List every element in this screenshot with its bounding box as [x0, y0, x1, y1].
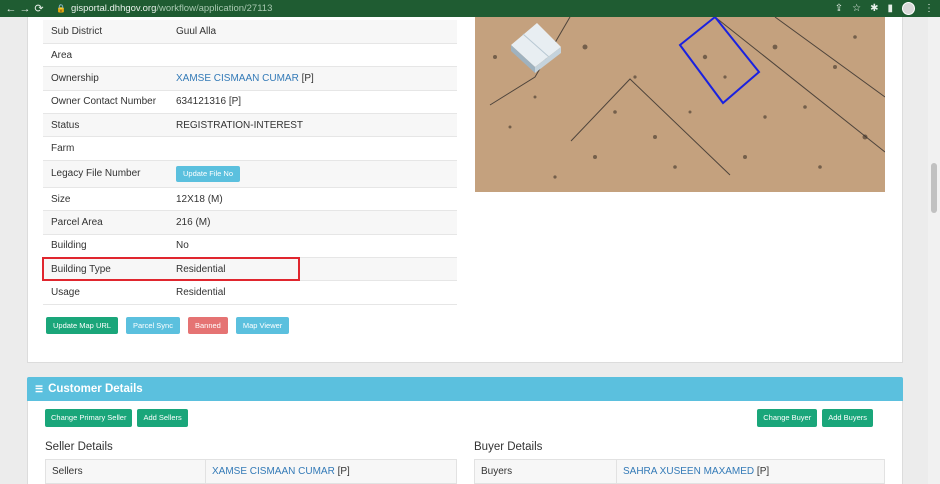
map-viewer-button[interactable]: Map Viewer	[235, 317, 290, 334]
seller-actions: Change Primary Seller Add Sellers	[45, 409, 188, 427]
back-arrow-icon[interactable]: ←	[4, 3, 18, 15]
owner-link[interactable]: XAMSE CISMAAN CUMAR	[176, 73, 299, 84]
address-bar[interactable]: gisportal.dhhgov.org/workflow/applicatio…	[71, 3, 272, 14]
table-row: Building Type Residential	[43, 257, 457, 282]
table-row: Size 12X18 (M)	[43, 187, 457, 212]
row-value	[168, 136, 457, 161]
table-row: Legacy File Number Update File No	[43, 160, 457, 188]
update-file-no-button[interactable]: Update File No	[176, 165, 241, 182]
browser-toolbar: ← → ⟳ 🔒 gisportal.dhhgov.org/workflow/ap…	[0, 0, 940, 17]
row-value: Residential	[168, 280, 457, 305]
buyer-details-title: Buyer Details	[474, 441, 543, 453]
url-host: gisportal.dhhgov.org	[70, 3, 157, 14]
row-value	[168, 43, 457, 68]
buyers-table: Buyers SAHRA XUSEEN MAXAMED [P]	[474, 459, 885, 484]
seller-link[interactable]: XAMSE CISMAAN CUMAR	[212, 466, 335, 477]
row-label: Sub District	[43, 20, 168, 44]
table-row: Owner Contact Number 634121316 [P]	[43, 90, 457, 115]
seller-details-title: Seller Details	[45, 441, 113, 453]
sidebar-icon[interactable]: ▮	[887, 3, 893, 14]
table-row: Building No	[43, 234, 457, 259]
extensions-icon[interactable]: ✱	[870, 3, 878, 14]
row-label: Owner Contact Number	[43, 90, 168, 115]
row-value: No	[168, 234, 457, 259]
parcel-sync-button[interactable]: Parcel Sync	[125, 317, 180, 334]
row-label: Farm	[43, 136, 168, 161]
seller-cell: XAMSE CISMAAN CUMAR [P]	[205, 459, 457, 484]
update-map-url-button[interactable]: Update Map URL	[46, 317, 118, 334]
profile-avatar[interactable]	[902, 2, 915, 15]
owner-suffix: [P]	[298, 72, 314, 84]
row-label: Parcel Area	[43, 210, 168, 235]
row-label: Usage	[43, 280, 168, 305]
forward-arrow-icon[interactable]: →	[18, 3, 32, 15]
reload-icon[interactable]: ⟳	[32, 2, 46, 15]
buyer-link[interactable]: SAHRA XUSEEN MAXAMED	[623, 466, 754, 477]
row-label: Area	[43, 43, 168, 68]
row-value: Residential	[168, 257, 457, 282]
row-label: Legacy File Number	[43, 160, 168, 188]
change-buyer-button[interactable]: Change Buyer	[757, 409, 818, 427]
sellers-table: Sellers XAMSE CISMAAN CUMAR [P]	[45, 459, 457, 484]
add-sellers-button[interactable]: Add Sellers	[137, 409, 188, 427]
parcel-map[interactable]	[475, 17, 885, 192]
satellite-image	[475, 17, 885, 192]
banned-button[interactable]: Banned	[187, 317, 228, 334]
row-label: Building	[43, 234, 168, 259]
row-label: Building Type	[43, 257, 168, 282]
row-value: 634121316 [P]	[168, 90, 457, 115]
add-buyers-button[interactable]: Add Buyers	[822, 409, 873, 427]
list-icon: ☰	[35, 383, 44, 394]
table-row: Ownership XAMSE CISMAAN CUMAR [P]	[43, 66, 457, 91]
row-label: Size	[43, 187, 168, 212]
change-primary-seller-button[interactable]: Change Primary Seller	[45, 409, 133, 427]
buyer-cell: SAHRA XUSEEN MAXAMED [P]	[616, 459, 885, 484]
row-value: 216 (M)	[168, 210, 457, 235]
buyer-actions: Change Buyer Add Buyers	[757, 409, 873, 427]
page-content: Sub District Guul Alla Area Ownership XA…	[0, 17, 928, 484]
star-icon[interactable]: ☆	[852, 3, 861, 14]
buyers-label: Buyers	[474, 459, 617, 484]
buyer-suffix: [P]	[754, 466, 770, 477]
table-row: Buyers SAHRA XUSEEN MAXAMED [P]	[474, 459, 885, 484]
row-value: XAMSE CISMAAN CUMAR [P]	[168, 66, 457, 91]
table-row: Parcel Area 216 (M)	[43, 210, 457, 235]
table-row: Sub District Guul Alla	[43, 20, 457, 44]
table-row: Usage Residential	[43, 280, 457, 305]
share-icon[interactable]: ⇪	[835, 3, 843, 14]
table-row: Status REGISTRATION-INTEREST	[43, 113, 457, 138]
seller-suffix: [P]	[334, 466, 350, 477]
customer-details-title: Customer Details	[48, 383, 143, 395]
scrollbar-thumb[interactable]	[931, 163, 937, 213]
table-row: Sellers XAMSE CISMAAN CUMAR [P]	[45, 459, 457, 484]
menu-icon[interactable]: ⋮	[924, 3, 934, 14]
row-label: Status	[43, 113, 168, 138]
row-value: Update File No	[168, 160, 457, 188]
page-scrollbar[interactable]	[928, 17, 940, 484]
row-value: REGISTRATION-INTEREST	[168, 113, 457, 138]
row-label: Ownership	[43, 66, 168, 91]
parcel-actions: Update Map URL Parcel Sync Banned Map Vi…	[46, 317, 290, 334]
table-row: Farm	[43, 136, 457, 161]
url-path: /workflow/application/27113	[156, 3, 273, 14]
table-row: Area	[43, 43, 457, 68]
parcel-info-table: Sub District Guul Alla Area Ownership XA…	[43, 20, 457, 305]
row-value: Guul Alla	[168, 20, 457, 44]
lock-icon[interactable]: 🔒	[56, 4, 66, 13]
row-value: 12X18 (M)	[168, 187, 457, 212]
customer-details-header[interactable]: ☰ Customer Details	[27, 377, 903, 401]
sellers-label: Sellers	[45, 459, 206, 484]
